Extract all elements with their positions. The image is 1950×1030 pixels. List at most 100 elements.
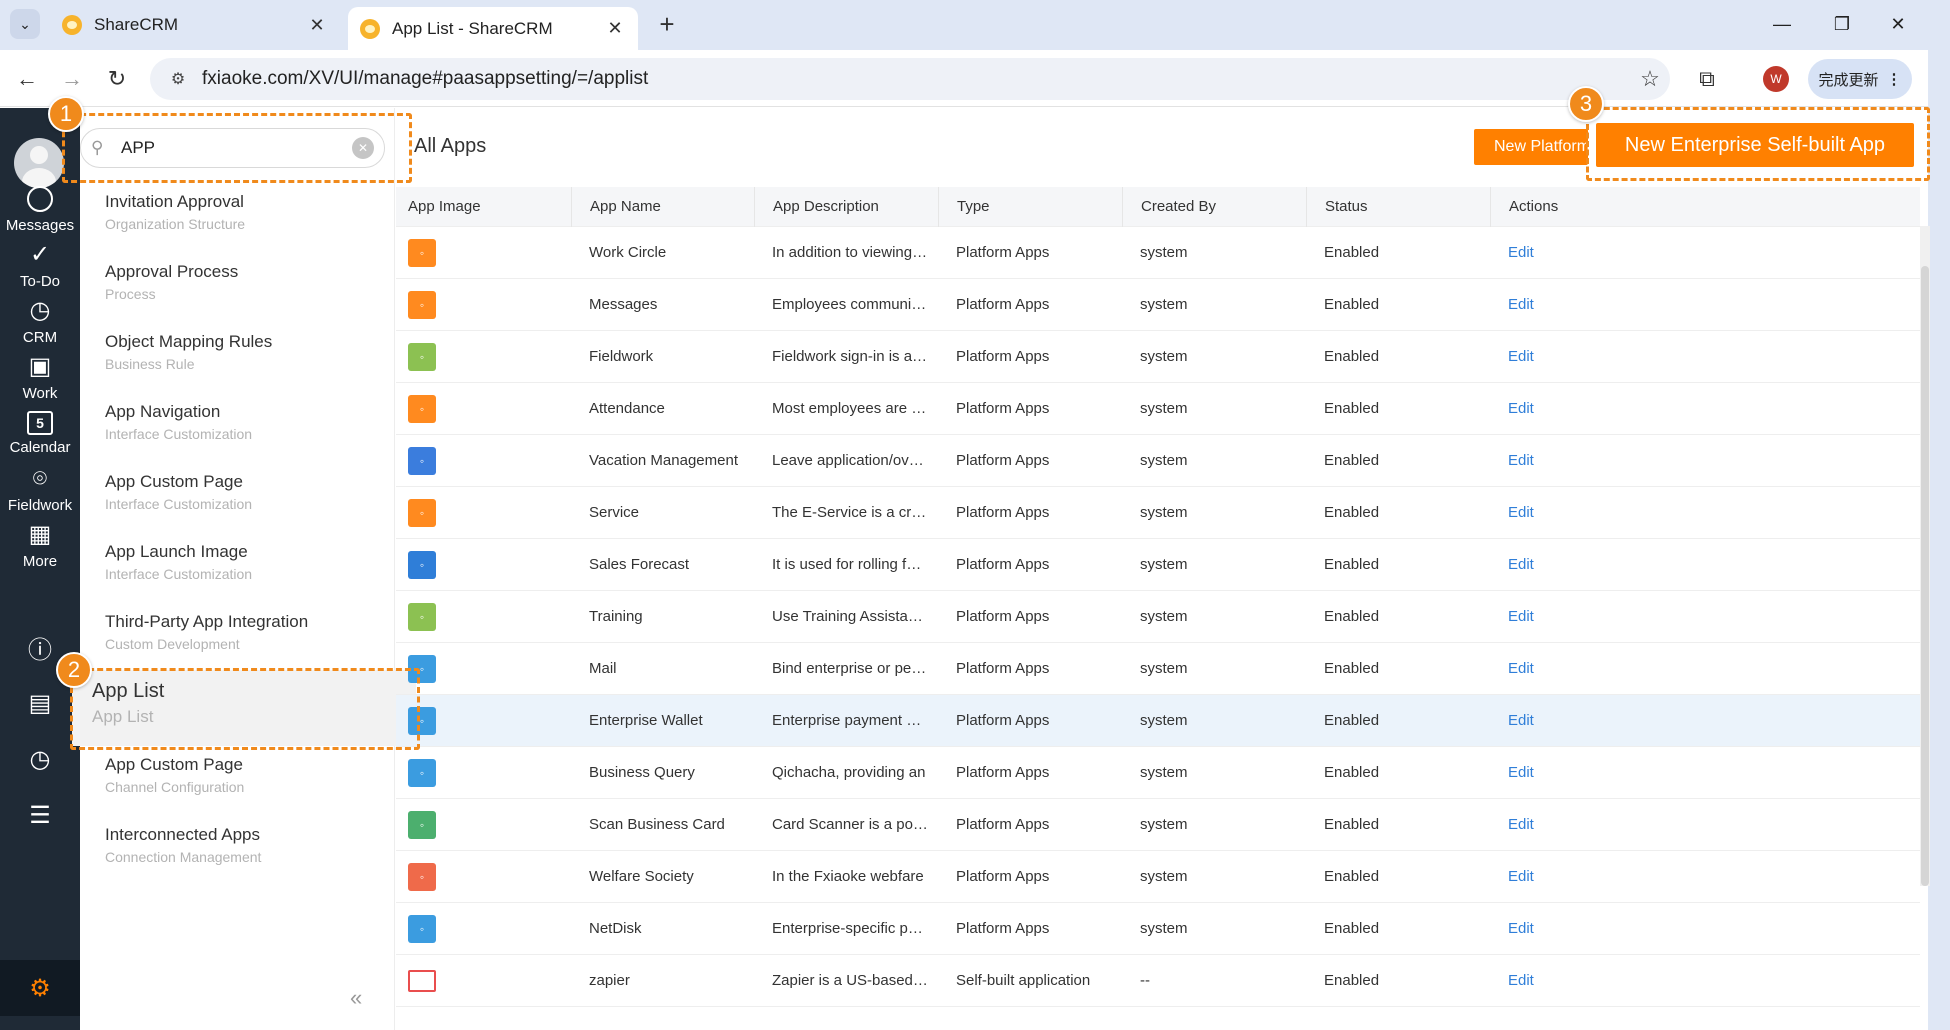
column-header: Status	[1306, 186, 1490, 227]
app-description-cell: Zapier is a US-based platform	[772, 972, 938, 989]
sidebar-item-app-navigation[interactable]: App Navigation Interface Customization	[105, 402, 385, 442]
app-image-cell: ◦	[396, 342, 571, 371]
browser-tab-active[interactable]: App List - ShareCRM ✕	[348, 7, 638, 50]
column-header: Actions	[1490, 186, 1920, 227]
rail-item-more[interactable]: ▦ More	[0, 514, 80, 576]
table-row[interactable]: ◦ Welfare Society In the Fxiaoke webfare Pl…	[396, 851, 1920, 903]
table-row[interactable]: ◦ NetDisk Enterprise-specific public Platfo…	[396, 903, 1920, 955]
forward-arrow-icon[interactable]: →	[55, 62, 89, 96]
table-row[interactable]: ◦ Work Circle In addition to viewing colle…	[396, 227, 1920, 279]
url-field[interactable]: ⚙ fxiaoke.com/XV/UI/manage#paasappsettin…	[150, 58, 1670, 100]
annotation-badge: 2	[56, 652, 92, 688]
extensions-puzzle-icon[interactable]: ⧉	[1690, 62, 1724, 96]
close-icon[interactable]: ✕	[604, 18, 626, 39]
window-close-icon[interactable]: ✕	[1878, 8, 1918, 40]
new-tab-icon[interactable]: +	[652, 10, 682, 38]
table-row[interactable]: zapier Zapier is a US-based platform Self-…	[396, 955, 1920, 1007]
rail-item-todo[interactable]: ✓ To-Do	[0, 234, 80, 296]
app-image-cell: ◦	[396, 758, 571, 787]
update-button-label: 完成更新	[1818, 71, 1879, 89]
annotation-badge: 3	[1568, 86, 1604, 122]
bookmark-star-icon[interactable]: ☆	[1630, 66, 1670, 92]
maximize-icon[interactable]: ❐	[1822, 8, 1862, 40]
table-row[interactable]: ◦ Messages Employees communicate in real t…	[396, 279, 1920, 331]
actions-cell: Edit	[1490, 244, 1920, 261]
edit-link[interactable]: Edit	[1508, 504, 1534, 521]
close-icon[interactable]: ✕	[306, 15, 328, 36]
user-list-icon[interactable]: ☰	[0, 792, 80, 838]
table-row[interactable]: ◦ Training Use Training Assistant to Platfo…	[396, 591, 1920, 643]
edit-link[interactable]: Edit	[1508, 712, 1534, 729]
app-name-cell: Work Circle	[589, 244, 667, 261]
edit-link[interactable]: Edit	[1508, 400, 1534, 417]
tab-title: ShareCRM	[94, 15, 179, 34]
app-description-cell: Qichacha, providing an	[772, 764, 926, 781]
settings-gear-icon[interactable]: ⚙	[0, 960, 80, 1016]
edit-link[interactable]: Edit	[1508, 296, 1534, 313]
update-button[interactable]: 完成更新 ⋮	[1808, 59, 1912, 99]
sidebar-item-invitation-approval[interactable]: Invitation Approval Organization Structu…	[105, 192, 385, 232]
rail-item-fieldwork[interactable]: ⌾ Fieldwork	[0, 458, 80, 520]
edit-link[interactable]: Edit	[1508, 920, 1534, 937]
table-scrollbar[interactable]	[1920, 226, 1930, 886]
collapse-sidebar-icon[interactable]: «	[350, 985, 362, 1011]
site-settings-icon[interactable]: ⚙	[164, 65, 192, 93]
edit-link[interactable]: Edit	[1508, 764, 1534, 781]
tab-search-icon[interactable]: ⌄	[10, 9, 40, 39]
kebab-menu-icon[interactable]: ⋮	[1887, 70, 1902, 88]
reload-icon[interactable]: ↻	[100, 62, 134, 96]
back-arrow-icon[interactable]: ←	[10, 62, 44, 96]
app-description-cell: Bind enterprise or personal	[772, 660, 938, 677]
edit-link[interactable]: Edit	[1508, 556, 1534, 573]
rail-label: Work	[22, 384, 58, 402]
menu-title: Invitation Approval	[105, 192, 244, 211]
app-name-cell: Attendance	[589, 400, 665, 417]
app-description-cell: In addition to viewing colleagues' updat…	[772, 244, 938, 261]
url-text: fxiaoke.com/XV/UI/manage#paasappsetting/…	[202, 68, 649, 89]
sidebar-item-interconnected-apps[interactable]: Interconnected Apps Connection Managemen…	[105, 825, 385, 865]
sidebar-item-object-mapping-rules[interactable]: Object Mapping Rules Business Rule	[105, 332, 385, 372]
edit-link[interactable]: Edit	[1508, 452, 1534, 469]
sidebar-item-app-custom-page-channel[interactable]: App Custom Page Channel Configuration	[105, 755, 385, 795]
table-row[interactable]: ◦ Fieldwork Fieldwork sign-in is a mobile …	[396, 331, 1920, 383]
edit-link[interactable]: Edit	[1508, 608, 1534, 625]
rail-item-calendar[interactable]: 5 Calendar	[0, 402, 80, 464]
sidebar-item-app-launch-image[interactable]: App Launch Image Interface Customization	[105, 542, 385, 582]
sidebar-item-third-party-app-integration[interactable]: Third-Party App Integration Custom Devel…	[105, 612, 385, 652]
edit-link[interactable]: Edit	[1508, 868, 1534, 885]
edit-link[interactable]: Edit	[1508, 972, 1534, 989]
table-row[interactable]: ◦ Mail Bind enterprise or personal Platform…	[396, 643, 1920, 695]
edit-link[interactable]: Edit	[1508, 348, 1534, 365]
new-platform-app-button[interactable]: New Platform App	[1474, 129, 1588, 165]
window-edge	[1928, 50, 1950, 1030]
app-image-cell: ◦	[396, 654, 571, 683]
sidebar-item-approval-process[interactable]: Approval Process Process	[105, 262, 385, 302]
status-cell: Enabled	[1324, 400, 1380, 417]
status-cell: Enabled	[1324, 816, 1380, 833]
menu-subtitle: Interface Customization	[105, 426, 253, 442]
actions-cell: Edit	[1490, 504, 1920, 521]
table-row[interactable]: ◦ Vacation Management Leave application/ov…	[396, 435, 1920, 487]
table-row[interactable]: ◦ Attendance Most employees are that used P…	[396, 383, 1920, 435]
table-row[interactable]: ◦ Service The E-Service is a cross-platfor…	[396, 487, 1920, 539]
sidebar-item-app-custom-page[interactable]: App Custom Page Interface Customization	[105, 472, 385, 512]
table-row[interactable]: ◦ Business Query Qichacha, providing an Pla…	[396, 747, 1920, 799]
profile-avatar[interactable]: W	[1763, 66, 1789, 92]
edit-link[interactable]: Edit	[1508, 244, 1534, 261]
app-image-cell: ◦	[396, 550, 571, 579]
app-type-cell: Platform Apps	[956, 816, 1050, 833]
edit-link[interactable]: Edit	[1508, 816, 1534, 833]
app-type-cell: Platform Apps	[956, 452, 1050, 469]
rail-item-messages[interactable]: Messages	[0, 178, 80, 240]
app-type-cell: Platform Apps	[956, 556, 1050, 573]
table-row[interactable]: ◦ Scan Business Card Card Scanner is a pow…	[396, 799, 1920, 851]
rail-item-crm[interactable]: ◷ CRM	[0, 290, 80, 352]
table-row[interactable]: ◦ Enterprise Wallet Enterprise payment acc…	[396, 695, 1920, 747]
edit-link[interactable]: Edit	[1508, 660, 1534, 677]
table-row[interactable]: ◦ Sales Forecast It is used for rolling fo…	[396, 539, 1920, 591]
rail-item-work[interactable]: ▣ Work	[0, 346, 80, 408]
browser-tab[interactable]: ShareCRM ✕	[50, 7, 340, 43]
history-icon[interactable]: ◷	[0, 736, 80, 782]
minimize-icon[interactable]: —	[1762, 8, 1802, 40]
app-name-cell: Mail	[589, 660, 617, 677]
